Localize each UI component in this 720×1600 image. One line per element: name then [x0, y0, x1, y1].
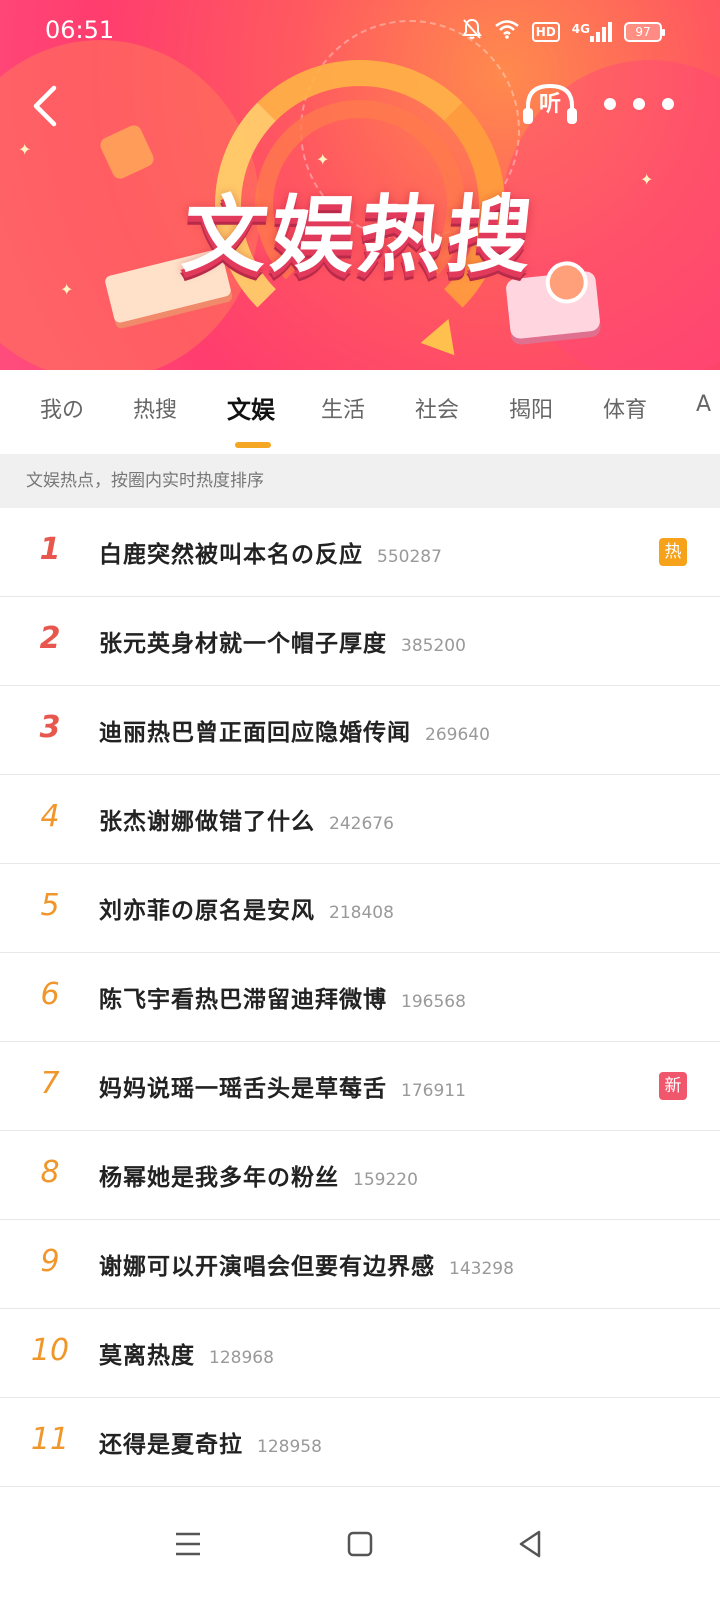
tab-society[interactable]: 社会	[415, 392, 459, 424]
rank-number: 8	[40, 1155, 60, 1190]
tab-life[interactable]: 生活	[321, 392, 365, 424]
item-title: 莫离热度	[99, 1343, 195, 1369]
tab-jieyang[interactable]: 揭阳	[509, 392, 553, 424]
list-item[interactable]: 7 妈妈说瑶一瑶舌头是草莓舌 176911 新	[0, 1042, 720, 1131]
item-heat-count: 196568	[401, 992, 466, 1012]
back-button[interactable]	[26, 82, 66, 130]
list-item[interactable]: 10 莫离热度 128968	[0, 1309, 720, 1398]
rank-number: 7	[40, 1066, 60, 1101]
list-item[interactable]: 11 还得是夏奇拉 128958	[0, 1398, 720, 1487]
item-title: 妈妈说瑶一瑶舌头是草莓舌	[99, 1076, 387, 1102]
item-title: 陈飞宇看热巴滞留迪拜微博	[99, 987, 387, 1013]
tab-mine[interactable]: 我の	[40, 392, 84, 424]
active-tab-indicator	[235, 442, 271, 448]
back-triangle-icon	[519, 1530, 541, 1558]
item-heat-count: 176911	[401, 1081, 466, 1101]
home-button[interactable]	[338, 1522, 382, 1566]
list-item[interactable]: 1 白鹿突然被叫本名の反应 550287 热	[0, 508, 720, 597]
item-heat-count: 269640	[425, 725, 490, 745]
battery-level: 97	[635, 24, 651, 39]
system-navigation-bar	[0, 1490, 720, 1600]
status-bar: 06:51 HD 4G 97	[0, 0, 720, 62]
list-item[interactable]: 5 刘亦菲の原名是安风 218408	[0, 864, 720, 953]
list-item[interactable]: 6 陈飞宇看热巴滞留迪拜微博 196568	[0, 953, 720, 1042]
item-heat-count: 143298	[449, 1259, 514, 1279]
more-dots-icon	[604, 98, 616, 110]
tab-entertainment[interactable]: 文娱	[227, 390, 275, 425]
tab-hot[interactable]: 热搜	[133, 392, 177, 424]
status-icons: HD 4G 97	[461, 18, 665, 45]
more-dots-icon	[662, 98, 674, 110]
item-title: 谢娜可以开演唱会但要有边界感	[99, 1254, 435, 1280]
rank-number: 4	[40, 799, 60, 834]
item-heat-count: 128968	[209, 1348, 274, 1368]
item-title: 迪丽热巴曾正面回应隐婚传闻	[99, 720, 411, 746]
recent-apps-button[interactable]	[166, 1522, 210, 1566]
hot-badge: 热	[659, 538, 687, 566]
rank-number: 6	[40, 977, 60, 1012]
sparkle-icon: ✦	[18, 140, 32, 159]
tab-more[interactable]: A	[696, 392, 711, 417]
rank-number: 9	[40, 1244, 60, 1279]
item-heat-count: 128958	[257, 1437, 322, 1457]
tab-sports[interactable]: 体育	[603, 392, 647, 424]
rank-number: 11	[30, 1422, 70, 1457]
banner-title: 文娱热搜	[178, 186, 541, 284]
item-heat-count: 550287	[377, 547, 442, 567]
cellular-signal-icon: 4G	[571, 21, 612, 42]
item-title: 白鹿突然被叫本名の反应	[99, 542, 363, 568]
network-type-label: 4G	[571, 21, 590, 36]
rank-number: 2	[39, 621, 61, 656]
item-heat-count: 242676	[329, 814, 394, 834]
header-banner: ✦ ✦ ✦ ✦ 文娱热搜 06:51 HD 4G 97 听	[0, 0, 720, 370]
section-hint: 文娱热点，按圈内实时热度排序	[0, 454, 720, 508]
item-heat-count: 159220	[353, 1170, 418, 1190]
status-time: 06:51	[45, 16, 115, 44]
listen-button[interactable]: 听	[520, 80, 580, 130]
more-button[interactable]	[604, 94, 674, 114]
list-item[interactable]: 3 迪丽热巴曾正面回应隐婚传闻 269640	[0, 686, 720, 775]
item-title: 还得是夏奇拉	[99, 1432, 243, 1458]
item-title: 刘亦菲の原名是安风	[99, 898, 315, 924]
list-item[interactable]: 9 谢娜可以开演唱会但要有边界感 143298	[0, 1220, 720, 1309]
list-item[interactable]: 4 张杰谢娜做错了什么 242676	[0, 775, 720, 864]
list-item[interactable]: 8 杨幂她是我多年の粉丝 159220	[0, 1131, 720, 1220]
wifi-icon	[494, 19, 520, 44]
rank-number: 1	[39, 532, 61, 567]
list-item[interactable]: 2 张元英身材就一个帽子厚度 385200	[0, 597, 720, 686]
new-badge: 新	[659, 1072, 687, 1100]
home-square-icon	[347, 1531, 373, 1557]
hot-search-list: 1 白鹿突然被叫本名の反应 550287 热 2 张元英身材就一个帽子厚度 3852…	[0, 508, 720, 1487]
hd-icon: HD	[531, 21, 560, 42]
item-title: 张元英身材就一个帽子厚度	[99, 631, 387, 657]
item-title: 杨幂她是我多年の粉丝	[99, 1165, 339, 1191]
item-heat-count: 218408	[329, 903, 394, 923]
rank-number: 10	[30, 1333, 70, 1368]
rank-number: 3	[39, 710, 61, 745]
bell-muted-icon	[461, 18, 482, 45]
battery-icon: 97	[624, 21, 665, 42]
sparkle-icon: ✦	[316, 150, 330, 169]
more-dots-icon	[633, 98, 645, 110]
item-title: 张杰谢娜做错了什么	[99, 809, 315, 835]
system-back-button[interactable]	[508, 1522, 552, 1566]
category-tabs: 我の 热搜 文娱 生活 社会 揭阳 体育 A	[0, 370, 720, 454]
item-heat-count: 385200	[401, 636, 466, 656]
back-arrow-icon	[33, 85, 57, 127]
rank-number: 5	[40, 888, 60, 923]
listen-label: 听	[538, 92, 561, 117]
menu-icon	[176, 1532, 200, 1556]
